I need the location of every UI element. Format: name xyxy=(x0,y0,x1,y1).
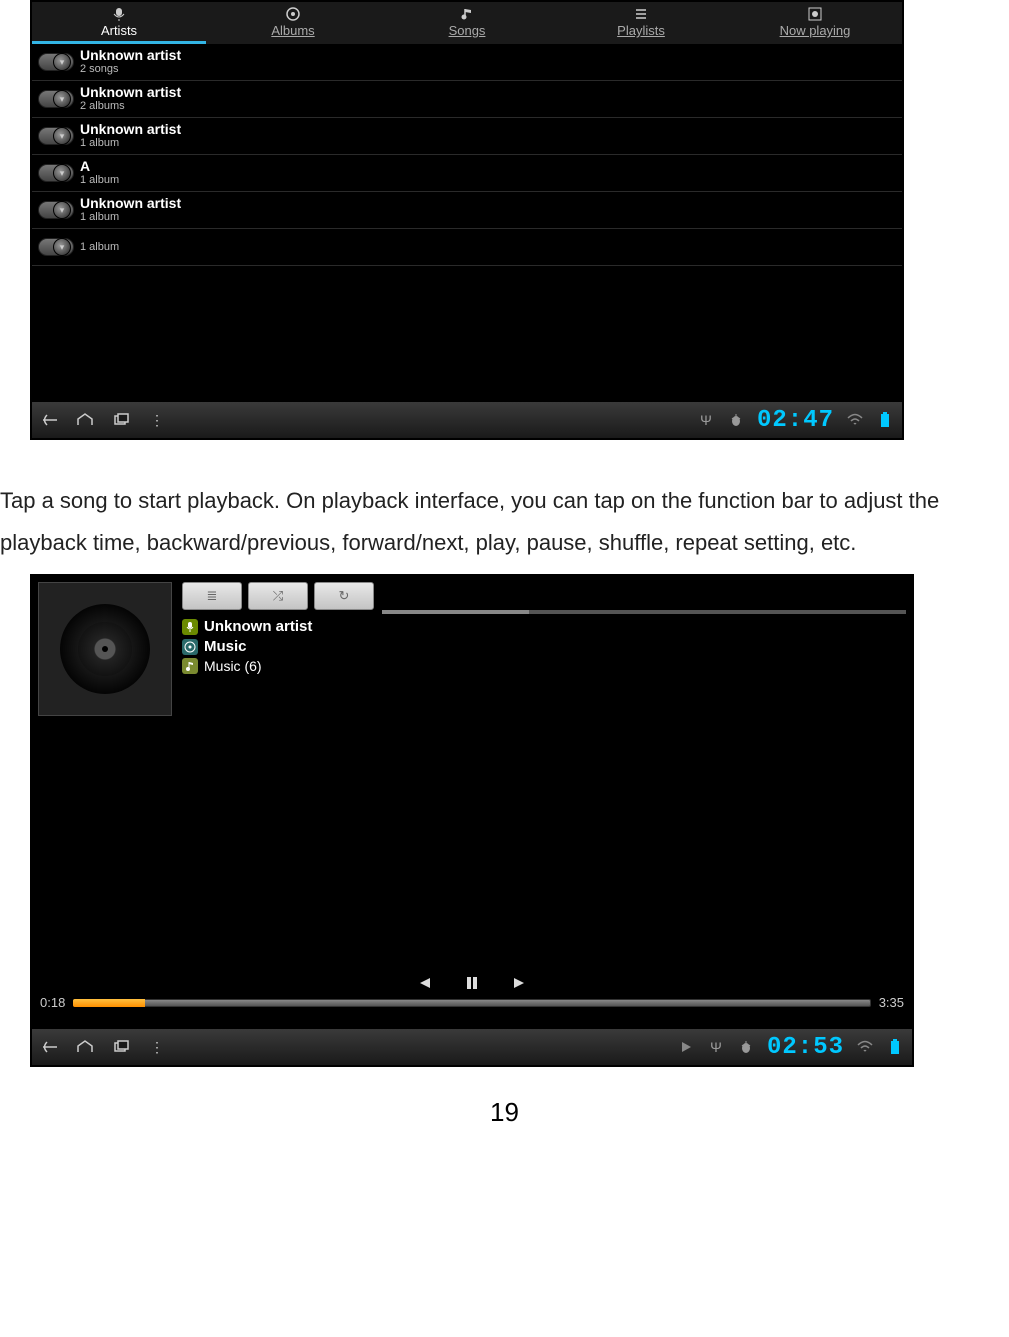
artist-row[interactable]: ▾ Unknown artist1 album xyxy=(32,118,902,155)
tab-now-playing[interactable]: Now playing xyxy=(728,2,902,44)
screenshot-now-playing: ≣ ⤮ ↻ Unknown artist Music xyxy=(30,574,914,1067)
mic-icon xyxy=(182,619,198,635)
battery-icon xyxy=(886,1038,904,1056)
recent-apps-icon[interactable] xyxy=(112,411,130,429)
tab-label: Artists xyxy=(101,23,137,38)
body-paragraph: Tap a song to start playback. On playbac… xyxy=(0,480,1009,564)
tab-label: Now playing xyxy=(780,23,851,38)
repeat-icon: ↻ xyxy=(339,588,350,604)
expand-chip[interactable]: ▾ xyxy=(38,238,74,256)
artist-row[interactable]: ▾ Unknown artist1 album xyxy=(32,192,902,229)
tab-icon xyxy=(633,6,649,22)
note-icon xyxy=(182,658,198,674)
chevron-down-icon: ▾ xyxy=(60,58,65,67)
album-art[interactable] xyxy=(38,582,172,716)
usb-icon: Ψ xyxy=(707,1038,725,1056)
tab-label: Playlists xyxy=(617,23,665,38)
clock: 02:53 xyxy=(767,1034,844,1061)
elapsed-time: 0:18 xyxy=(40,995,65,1010)
tab-icon xyxy=(285,6,301,22)
tab-icon xyxy=(459,6,475,22)
artist-row[interactable]: ▾ Unknown artist2 songs xyxy=(32,44,902,81)
track-row[interactable]: Music (6) xyxy=(182,658,906,674)
expand-chip[interactable]: ▾ xyxy=(38,53,74,71)
usb-debug-icon xyxy=(727,411,745,429)
wifi-icon xyxy=(846,411,864,429)
chevron-down-icon: ▾ xyxy=(60,95,65,104)
album-name: Music xyxy=(204,638,247,655)
next-button[interactable] xyxy=(511,976,529,990)
artist-sub: 1 album xyxy=(80,241,119,254)
seek-bar[interactable] xyxy=(73,996,870,1010)
previous-button[interactable] xyxy=(415,976,433,990)
total-time: 3:35 xyxy=(879,995,904,1010)
expand-chip[interactable]: ▾ xyxy=(38,164,74,182)
menu-icon[interactable]: ⋮ xyxy=(148,411,166,429)
menu-icon[interactable]: ⋮ xyxy=(148,1038,166,1056)
tab-bar: Artists Albums Songs Playlists Now playing xyxy=(32,2,902,44)
tab-icon xyxy=(111,6,127,22)
artist-sub: 1 album xyxy=(80,211,181,224)
playback-controls: 0:18 3:35 xyxy=(32,971,912,1029)
chevron-down-icon: ▾ xyxy=(60,169,65,178)
wifi-icon xyxy=(856,1038,874,1056)
tab-artists[interactable]: Artists xyxy=(32,2,206,44)
back-icon[interactable] xyxy=(40,411,58,429)
shuffle-icon: ⤮ xyxy=(273,588,283,604)
queue-icon: ≣ xyxy=(207,588,218,604)
artist-name: Unknown artist xyxy=(204,618,312,635)
usb-icon: Ψ xyxy=(697,411,715,429)
artist-sub: 2 albums xyxy=(80,100,181,113)
artist-row[interactable]: ▾ Unknown artist2 albums xyxy=(32,81,902,118)
tab-label: Songs xyxy=(449,23,486,38)
artist-name: A xyxy=(80,159,119,174)
page-number: 19 xyxy=(0,1097,1009,1128)
screenshot-artist-list: Artists Albums Songs Playlists Now playing ▾… xyxy=(30,0,904,440)
buffer-bar xyxy=(382,610,906,614)
artist-row[interactable]: Unknown artist xyxy=(182,618,906,635)
chevron-down-icon: ▾ xyxy=(60,243,65,252)
home-icon[interactable] xyxy=(76,1038,94,1056)
vinyl-icon xyxy=(60,604,150,694)
shuffle-button[interactable]: ⤮ xyxy=(248,582,308,610)
tab-songs[interactable]: Songs xyxy=(380,2,554,44)
chevron-down-icon: ▾ xyxy=(60,132,65,141)
artist-name: Unknown artist xyxy=(80,85,181,100)
artist-sub: 2 songs xyxy=(80,63,181,76)
repeat-button[interactable]: ↻ xyxy=(314,582,374,610)
system-navbar: ⋮ Ψ 02:47 xyxy=(32,402,902,438)
tab-label: Albums xyxy=(271,23,314,38)
tab-playlists[interactable]: Playlists xyxy=(554,2,728,44)
artist-name: Unknown artist xyxy=(80,48,181,63)
artist-name: Unknown artist xyxy=(80,196,181,211)
track-name: Music (6) xyxy=(204,658,262,674)
queue-button[interactable]: ≣ xyxy=(182,582,242,610)
artist-list: ▾Unknown artist2 songs▾Unknown artist2 a… xyxy=(32,44,902,266)
artist-sub: 1 album xyxy=(80,174,119,187)
system-navbar: ⋮ Ψ 02:53 xyxy=(32,1029,912,1065)
clock: 02:47 xyxy=(757,407,834,434)
expand-chip[interactable]: ▾ xyxy=(38,127,74,145)
artist-row[interactable]: ▾ 1 album xyxy=(32,229,902,266)
pause-button[interactable] xyxy=(463,976,481,990)
expand-chip[interactable]: ▾ xyxy=(38,90,74,108)
back-icon[interactable] xyxy=(40,1038,58,1056)
artist-row[interactable]: ▾ A1 album xyxy=(32,155,902,192)
battery-icon xyxy=(876,411,894,429)
recent-apps-icon[interactable] xyxy=(112,1038,130,1056)
chevron-down-icon: ▾ xyxy=(60,206,65,215)
artist-name: Unknown artist xyxy=(80,122,181,137)
expand-chip[interactable]: ▾ xyxy=(38,201,74,219)
play-indicator-icon xyxy=(677,1038,695,1056)
home-icon[interactable] xyxy=(76,411,94,429)
usb-debug-icon xyxy=(737,1038,755,1056)
album-row[interactable]: Music xyxy=(182,638,906,655)
artist-sub: 1 album xyxy=(80,137,181,150)
disc-icon xyxy=(182,639,198,655)
tab-icon xyxy=(807,6,823,22)
tab-albums[interactable]: Albums xyxy=(206,2,380,44)
